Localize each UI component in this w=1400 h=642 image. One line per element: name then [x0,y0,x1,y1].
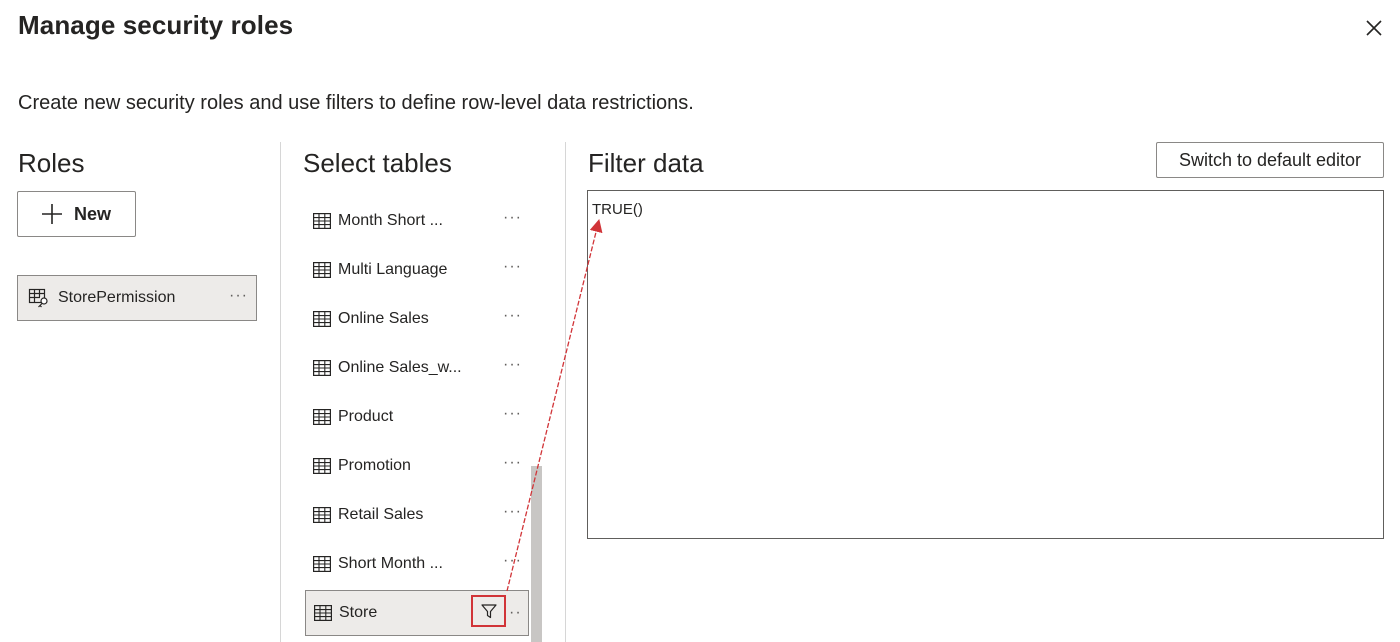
table-label: Online Sales [338,309,429,327]
filter-heading: Filter data [588,148,704,178]
filter-icon [480,604,497,619]
close-button[interactable] [1362,16,1386,40]
table-icon [313,555,331,572]
tables-heading: Select tables [303,148,452,178]
table-item[interactable]: Online Sales_w... ··· [305,343,529,392]
table-label: Multi Language [338,260,448,278]
table-label: Product [338,407,394,425]
table-label: Retail Sales [338,505,424,523]
table-more-button[interactable]: ·· [509,604,522,622]
table-icon [313,408,331,425]
table-icon [314,605,332,621]
table-more-button[interactable]: ··· [503,356,522,374]
close-icon [1366,20,1382,36]
tables-scrollbar[interactable] [531,466,542,642]
filter-indicator-button[interactable] [471,595,506,627]
table-item[interactable]: Promotion ··· [305,441,529,490]
table-icon [313,506,331,523]
role-more-button[interactable]: ··· [229,287,248,305]
table-more-button[interactable]: ··· [503,209,522,227]
switch-to-default-editor-button[interactable]: Switch to default editor [1156,142,1384,178]
table-item[interactable]: Month Short ... ··· [305,196,529,245]
table-more-button[interactable]: ··· [503,258,522,276]
role-icon [28,288,48,308]
table-list: Month Short ... ··· Multi Language ··· O… [305,196,529,636]
table-icon [313,310,331,327]
dialog-title: Manage security roles [18,10,294,40]
column-divider [280,142,281,642]
table-label: Store [339,604,378,621]
dax-filter-editor[interactable]: TRUE() [587,190,1384,539]
new-role-button[interactable]: New [17,191,136,237]
table-more-button[interactable]: ··· [503,503,522,521]
table-icon [313,457,331,474]
table-icon [313,261,331,278]
role-label: StorePermission [58,289,176,306]
new-role-label: New [74,203,112,224]
table-item-store-selected[interactable]: Store ·· [305,590,529,636]
table-item[interactable]: Retail Sales ··· [305,490,529,539]
table-more-button[interactable]: ··· [503,552,522,570]
table-item[interactable]: Product ··· [305,392,529,441]
table-label: Short Month ... [338,554,443,572]
table-more-button[interactable]: ··· [503,307,522,325]
table-icon [313,359,331,376]
table-label: Promotion [338,456,411,474]
roles-heading: Roles [18,148,85,178]
table-item[interactable]: Multi Language ··· [305,245,529,294]
table-label: Online Sales_w... [338,358,462,376]
table-more-button[interactable]: ··· [503,405,522,423]
plus-icon [42,204,62,224]
table-item[interactable]: Short Month ... ··· [305,539,529,588]
table-label: Month Short ... [338,211,443,229]
table-item[interactable]: Online Sales ··· [305,294,529,343]
role-item-storepermission[interactable]: StorePermission ··· [17,275,257,321]
column-divider [565,142,566,642]
table-icon [313,212,331,229]
table-more-button[interactable]: ··· [503,454,522,472]
dialog-description: Create new security roles and use filter… [18,92,694,114]
